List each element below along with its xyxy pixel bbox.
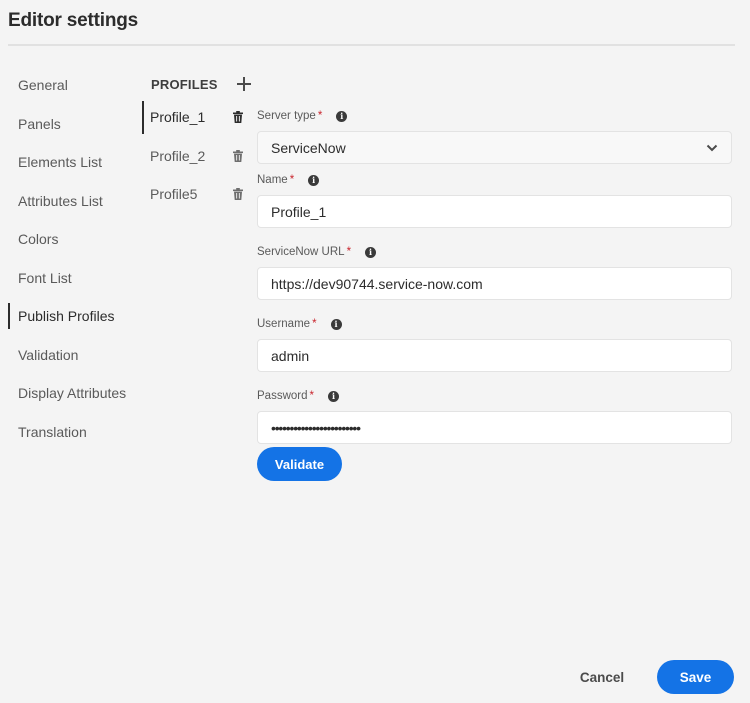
- server-type-label-row: Server type * i: [257, 107, 732, 125]
- save-button[interactable]: Save: [657, 660, 734, 694]
- sidebar-item-general[interactable]: General: [8, 66, 138, 105]
- info-icon[interactable]: i: [365, 246, 377, 258]
- name-label-row: Name * i: [257, 171, 732, 189]
- title-divider: [8, 44, 735, 46]
- password-group: Password * i ••••••••••••••••••••••••: [257, 387, 732, 444]
- trash-icon[interactable]: [233, 149, 243, 162]
- profile-form: Server type* i ServiceNow Name* i Servic…: [257, 107, 732, 451]
- url-field-wrapper: [257, 267, 732, 300]
- sidebar-item-colors[interactable]: Colors: [8, 220, 138, 259]
- url-label: ServiceNow URL: [257, 246, 345, 258]
- required-marker: *: [346, 246, 352, 258]
- name-field-wrapper: [257, 195, 732, 228]
- password-label: Password: [257, 390, 308, 402]
- name-input[interactable]: [271, 203, 718, 220]
- profile-name: Profile5: [150, 186, 198, 203]
- sidebar-item-attributes-list[interactable]: Attributes List: [8, 182, 138, 221]
- url-group: ServiceNow URL * i: [257, 243, 732, 300]
- required-marker: *: [289, 174, 295, 186]
- info-icon[interactable]: i: [327, 390, 339, 402]
- profile-item[interactable]: Profile_2: [142, 137, 252, 176]
- sidebar-item-font-list[interactable]: Font List: [8, 259, 138, 298]
- name-label: Name: [257, 174, 288, 186]
- server-type-label: Server type: [257, 110, 316, 122]
- profile-name: Profile_1: [150, 109, 206, 126]
- trash-icon[interactable]: [233, 188, 243, 201]
- profiles-panel: PROFILES Profile_1 Profile_2 Profile5: [142, 70, 252, 214]
- trash-icon[interactable]: [233, 111, 243, 124]
- profiles-header: PROFILES: [142, 70, 252, 98]
- profiles-title: PROFILES: [151, 76, 218, 92]
- validate-button[interactable]: Validate: [257, 447, 342, 481]
- username-label: Username: [257, 318, 311, 330]
- server-type-select[interactable]: ServiceNow: [257, 131, 732, 164]
- cancel-button[interactable]: Cancel: [566, 660, 638, 694]
- sidebar-item-translation[interactable]: Translation: [8, 413, 138, 452]
- username-field-wrapper: [257, 339, 732, 372]
- dialog-title: Editor settings: [8, 10, 139, 31]
- url-label-row: ServiceNow URL * i: [257, 243, 732, 261]
- profile-item[interactable]: Profile5: [142, 175, 252, 214]
- password-masked-value: ••••••••••••••••••••••••: [271, 419, 361, 436]
- password-label-row: Password * i: [257, 387, 732, 405]
- required-marker: *: [317, 110, 323, 122]
- servicenow-url-input[interactable]: [271, 275, 718, 292]
- server-type-value: ServiceNow: [271, 139, 346, 156]
- password-field[interactable]: ••••••••••••••••••••••••: [257, 411, 732, 444]
- required-marker: *: [312, 318, 317, 330]
- sidebar-item-validation[interactable]: Validation: [8, 336, 138, 375]
- profile-name: Profile_2: [150, 147, 206, 164]
- profile-item[interactable]: Profile_1: [142, 98, 252, 137]
- username-input[interactable]: [271, 347, 718, 364]
- sidebar-item-publish-profiles[interactable]: Publish Profiles: [8, 297, 138, 336]
- username-group: Username * i: [257, 315, 732, 372]
- sidebar-item-elements-list[interactable]: Elements List: [8, 143, 138, 182]
- plus-icon[interactable]: [236, 76, 252, 92]
- username-label-row: Username * i: [257, 315, 732, 333]
- sidebar-item-panels[interactable]: Panels: [8, 105, 138, 144]
- info-icon[interactable]: i: [336, 110, 348, 122]
- server-type-group: Server type * i ServiceNow: [257, 107, 732, 164]
- required-marker: *: [309, 390, 314, 402]
- settings-sidebar: General Panels Elements List Attributes …: [8, 66, 138, 451]
- name-group: Name * i: [257, 171, 732, 228]
- sidebar-item-display-attributes[interactable]: Display Attributes: [8, 374, 138, 413]
- info-icon[interactable]: i: [330, 318, 342, 330]
- info-icon[interactable]: i: [308, 174, 320, 186]
- chevron-down-icon: [706, 144, 718, 151]
